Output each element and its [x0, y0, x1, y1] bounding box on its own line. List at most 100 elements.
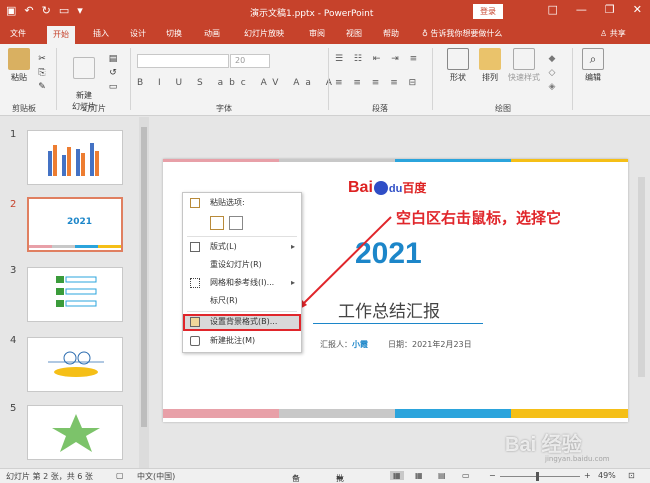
paragraph-align-buttons[interactable]: ≡ ≡ ≡ ≡ ⊟ [335, 78, 420, 88]
login-button[interactable]: 登录 [473, 4, 503, 19]
tell-me-search[interactable]: ♁ 告诉我你想要做什么 [422, 28, 502, 39]
menu-paste-options: 粘贴选项: [183, 195, 301, 211]
find-icon: ⌕ [582, 48, 604, 70]
paste-button[interactable]: 粘贴 [6, 48, 32, 83]
menu-format-background[interactable]: 设置背景格式(B)... [183, 314, 301, 331]
paste-picture-icon[interactable] [229, 216, 243, 230]
menu-ruler[interactable]: 标尺(R) [183, 293, 301, 309]
notes-label: 备注 [292, 474, 300, 483]
group-separator [572, 48, 573, 110]
close-icon[interactable]: ✕ [633, 3, 642, 16]
comments-label: 批注 [336, 474, 344, 483]
slide-thumbnail-1[interactable] [27, 130, 123, 185]
watermark-url: jingyan.baidu.com [545, 455, 610, 463]
slide-count: 幻灯片 第 2 张，共 6 张 [6, 472, 93, 481]
tab-animations[interactable]: 动画 [204, 28, 220, 39]
language-status[interactable]: 中文(中国) [137, 471, 175, 482]
dropdown-icon[interactable]: ▾ [77, 4, 83, 17]
watermark: Bai 经验 [505, 434, 582, 456]
zoom-in-icon[interactable]: + [584, 471, 591, 480]
menu-label: 版式(L) [210, 242, 237, 251]
slide-thumbnail-5[interactable] [27, 405, 123, 460]
menu-layout[interactable]: 版式(L) ▸ [183, 239, 301, 255]
group-label-slides: 幻灯片 [82, 104, 106, 113]
group-label-paragraph: 段落 [372, 104, 388, 113]
quick-style-label: 快速样式 [508, 73, 540, 82]
tab-slideshow[interactable]: 幻灯片放映 [244, 28, 284, 39]
arrange-button[interactable]: 排列 [476, 48, 504, 83]
zoom-slider-knob[interactable] [536, 472, 539, 481]
zoom-level[interactable]: 49% [598, 471, 616, 480]
fit-slide-icon[interactable]: ⊡ [628, 471, 635, 480]
reset-icon[interactable]: ↺ [106, 66, 120, 80]
redo-icon[interactable]: ↻ [42, 4, 51, 17]
slide-thumbnail-3[interactable] [27, 267, 123, 322]
zoom-out-icon[interactable]: − [489, 471, 496, 480]
tab-file[interactable]: 文件 [10, 28, 26, 39]
section-icon[interactable]: ▭ [106, 80, 120, 94]
window-title: 演示文稿1.pptx - PowerPoint [250, 9, 374, 19]
menu-grid-guides[interactable]: 网格和参考线(I)... ▸ [183, 275, 301, 291]
group-label-drawing: 绘图 [495, 104, 511, 113]
title-bar: ▣ ↶ ↻ ▭ ▾ 演示文稿1.pptx - PowerPoint 登录 □ —… [0, 0, 650, 24]
menu-reset-slide[interactable]: 重设幻灯片(R) [183, 257, 301, 273]
zoom-slider[interactable] [500, 476, 580, 477]
quick-access-toolbar: ▣ ↶ ↻ ▭ ▾ [6, 4, 83, 17]
tab-help[interactable]: 帮助 [383, 28, 399, 39]
bar-chart-thumb-icon [48, 143, 99, 176]
scrollbar-thumb[interactable] [141, 127, 147, 427]
background-icon [190, 317, 200, 327]
submenu-arrow-icon: ▸ [290, 278, 295, 287]
status-bar: 幻灯片 第 2 张，共 6 张 ▢ 中文(中国) ≐ 备注 ▬ 批注 ▦ ▦ ▤… [0, 468, 650, 483]
edit-button[interactable]: ⌕ 编辑 [580, 48, 606, 83]
copy-icon[interactable]: ⎘ [34, 66, 50, 80]
context-menu: 粘贴选项: 版式(L) ▸ 重设幻灯片(R) 网格和参考线(I)... ▸ 标尺… [182, 192, 302, 353]
layout-icon[interactable]: ▤ [106, 52, 120, 66]
tab-home[interactable]: 开始 [47, 26, 75, 44]
normal-view-icon[interactable]: ▦ [390, 471, 404, 480]
tab-design[interactable]: 设计 [130, 28, 146, 39]
quick-style-button[interactable]: 快速样式 [506, 48, 542, 83]
present-icon[interactable]: ▭ [59, 4, 69, 17]
menu-new-comment[interactable]: 新建批注(M) [183, 333, 301, 349]
save-icon[interactable]: ▣ [6, 4, 16, 17]
slideshow-icon[interactable]: ▭ [462, 471, 470, 480]
tab-view[interactable]: 视图 [346, 28, 362, 39]
shapes-icon [447, 48, 469, 70]
ribbon-tabs: 文件 开始 插入 设计 切换 动画 幻灯片放映 审阅 视图 帮助 ♁ 告诉我你想… [0, 24, 650, 44]
slide-scrollbar[interactable] [635, 117, 647, 468]
star-thumb-icon [52, 414, 100, 452]
scrollbar-thumb[interactable] [638, 177, 645, 377]
minimize-icon[interactable]: — [576, 3, 587, 16]
slide-sorter-icon[interactable]: ▦ [415, 471, 423, 480]
tab-transitions[interactable]: 切换 [166, 28, 182, 39]
menu-label: 重设幻灯片(R) [210, 260, 262, 269]
font-format-buttons[interactable]: B I U S abc AV Aa A [137, 78, 338, 88]
maximize-icon[interactable]: ❐ [605, 3, 615, 16]
slide-thumbnail-2[interactable]: 2021 [27, 197, 123, 252]
bottom-stripe-yellow [511, 409, 628, 418]
shape-outline-icon[interactable]: ◇ [544, 66, 560, 80]
reading-view-icon[interactable]: ▤ [438, 471, 446, 480]
tab-review[interactable]: 审阅 [309, 28, 325, 39]
shape-button[interactable]: 形状 [444, 48, 472, 83]
shape-effects-icon[interactable]: ◈ [544, 80, 560, 94]
slide-thumbnails-pane: 1 2 2021 3 4 5 [0, 117, 150, 468]
shape-fill-icon[interactable]: ◆ [544, 52, 560, 66]
undo-icon[interactable]: ↶ [24, 4, 33, 17]
ribbon-display-icon[interactable]: □ [548, 3, 558, 16]
comment-icon [190, 336, 200, 346]
tab-insert[interactable]: 插入 [93, 28, 109, 39]
menu-separator [187, 236, 297, 237]
spellcheck-icon[interactable]: ▢ [116, 471, 124, 480]
format-painter-icon[interactable]: ✎ [34, 80, 50, 94]
paste-keep-format-icon[interactable] [210, 216, 224, 230]
font-size-select[interactable]: 20 [230, 54, 270, 68]
slide-thumbnail-4[interactable] [27, 337, 123, 392]
paragraph-list-buttons[interactable]: ☰ ☷ ⇤ ⇥ ≡ [335, 54, 421, 64]
thumbnail-scrollbar[interactable] [139, 117, 149, 468]
cut-icon[interactable]: ✂ [34, 52, 50, 66]
arrange-label: 排列 [482, 73, 498, 82]
font-family-select[interactable] [137, 54, 229, 68]
share-button[interactable]: ♙ 共享 [600, 28, 626, 39]
